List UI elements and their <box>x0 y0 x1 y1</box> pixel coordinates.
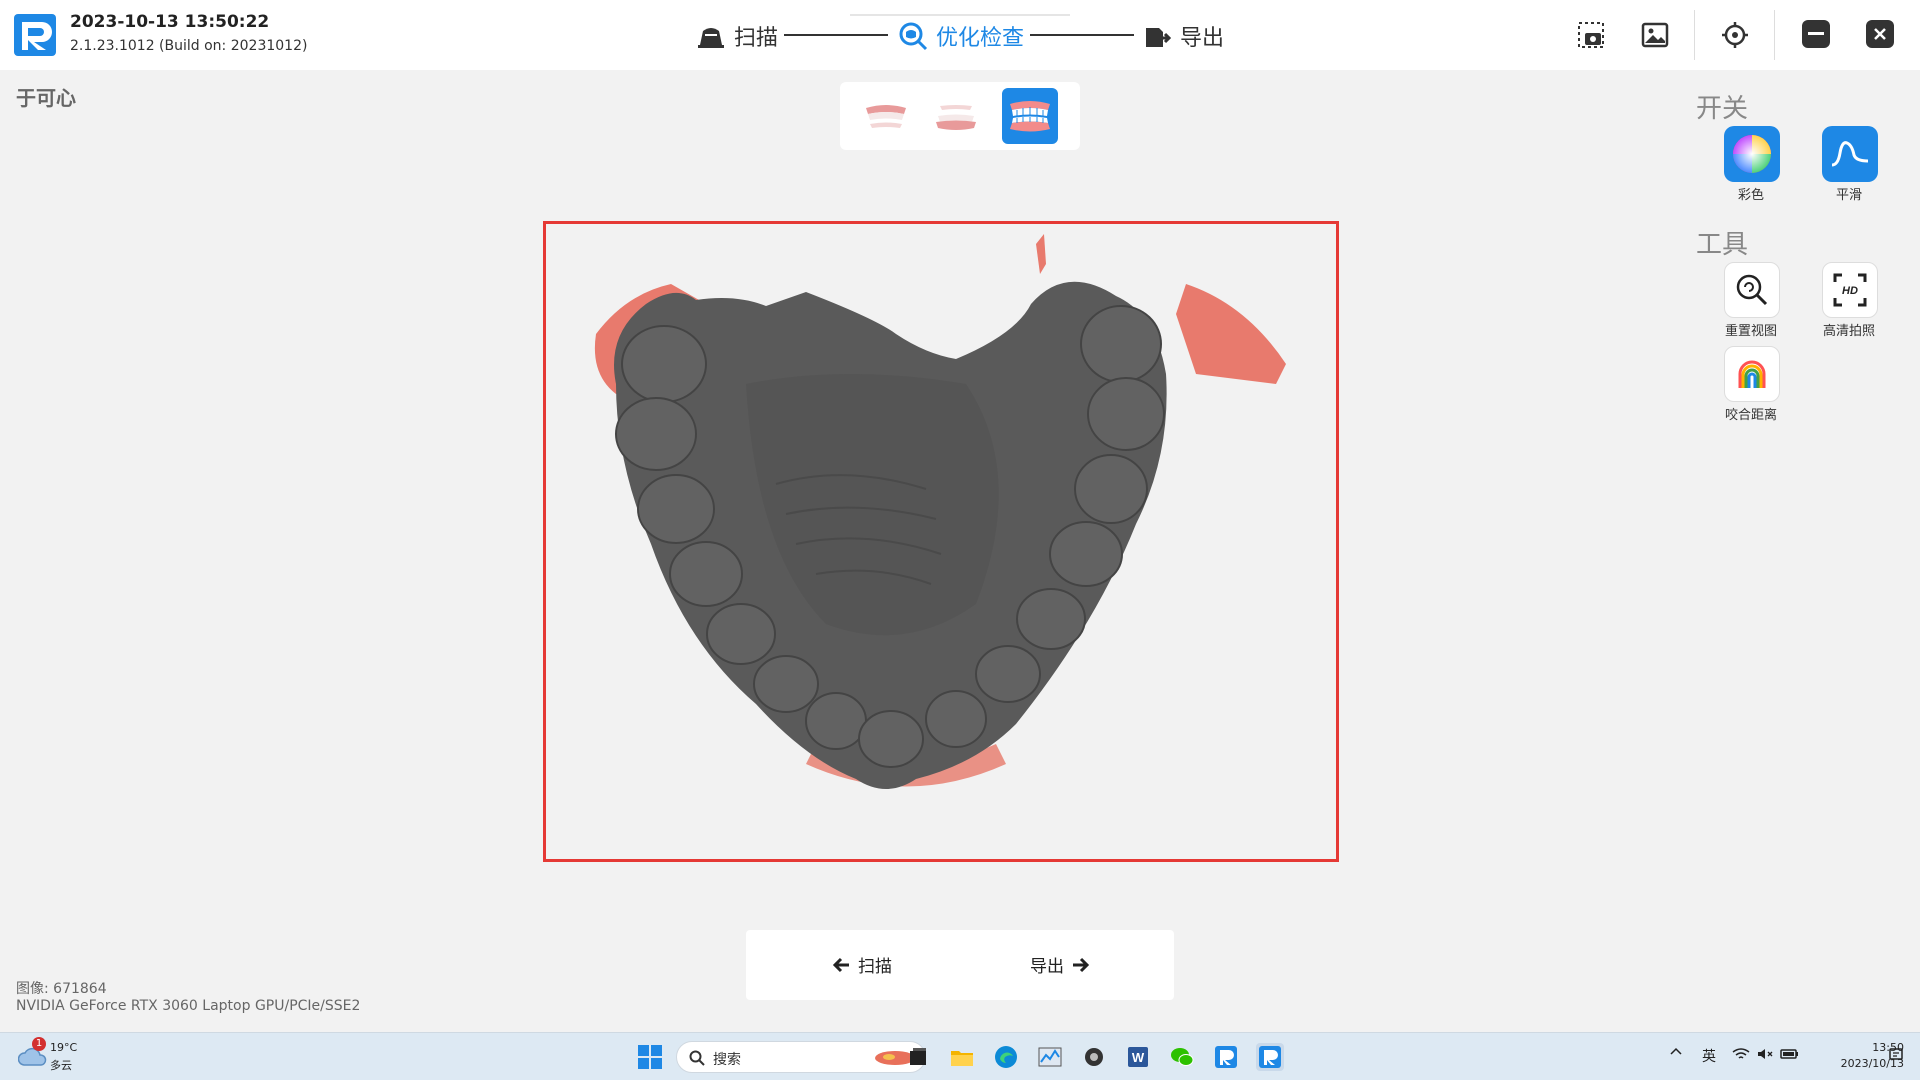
smooth-toggle-button[interactable] <box>1822 126 1878 182</box>
minimize-icon[interactable] <box>1802 20 1830 48</box>
taskbar-search-input[interactable]: 搜索 <box>676 1041 926 1073</box>
weather-widget[interactable]: 1 <box>17 1037 48 1073</box>
weather-badge: 1 <box>32 1037 46 1051</box>
color-icon <box>1733 135 1771 173</box>
svg-text:W: W <box>1132 1050 1145 1065</box>
3d-model-viewport[interactable] <box>543 221 1339 862</box>
bite-distance-button[interactable] <box>1724 346 1780 402</box>
jaw-view-switcher <box>840 82 1080 150</box>
windows-start-icon[interactable] <box>636 1043 664 1071</box>
task-view-icon[interactable] <box>904 1043 932 1071</box>
step-optimize-label: 优化检查 <box>936 26 1025 51</box>
weather-temp: 19°C <box>50 1041 78 1054</box>
scanner-app-icon[interactable] <box>1212 1043 1240 1071</box>
arrow-left-icon <box>832 957 849 972</box>
switch-section-title: 开关 <box>1696 94 1749 124</box>
close-icon[interactable] <box>1866 20 1894 48</box>
next-export-button[interactable]: 导出 <box>1030 952 1098 977</box>
wifi-icon[interactable] <box>1732 1047 1750 1065</box>
search-icon <box>689 1050 705 1066</box>
search-placeholder: 搜索 <box>713 1052 741 1068</box>
dental-arch-model[interactable] <box>546 224 1336 859</box>
optimize-check-icon <box>898 21 928 51</box>
locate-icon[interactable] <box>1718 18 1752 52</box>
datetime-label: 2023-10-13 13:50:22 <box>70 12 270 32</box>
performance-monitor-icon[interactable] <box>1036 1043 1064 1071</box>
back-to-scan-button[interactable]: 扫描 <box>824 952 892 977</box>
upper-jaw-view-button[interactable] <box>858 88 914 144</box>
edge-browser-icon[interactable] <box>992 1043 1020 1071</box>
notification-icon[interactable] <box>1888 1047 1904 1067</box>
patient-name: 于可心 <box>16 86 76 110</box>
toolbar-separator <box>1774 10 1775 60</box>
bottom-navigation: 扫描 导出 <box>746 930 1174 1000</box>
ime-indicator[interactable]: 英 <box>1702 1046 1716 1066</box>
wechat-app-icon[interactable] <box>1168 1043 1196 1071</box>
reset-view-label: 重置视图 <box>1724 324 1777 339</box>
tray-chevron-up-icon[interactable] <box>1670 1045 1682 1060</box>
version-label: 2.1.23.1012 (Build on: 20231012) <box>70 38 308 54</box>
active-step-underline <box>850 14 1070 16</box>
arrow-right-icon <box>1073 957 1090 972</box>
step-export[interactable]: 导出 <box>1142 20 1224 52</box>
battery-icon[interactable] <box>1780 1047 1800 1065</box>
scanner-app-active-icon[interactable] <box>1256 1043 1284 1071</box>
step-connector <box>1030 34 1134 36</box>
reset-view-icon <box>1736 274 1768 306</box>
export-icon <box>1142 21 1172 51</box>
weather-desc: 多云 <box>50 1059 72 1072</box>
smooth-icon <box>1831 141 1869 167</box>
title-bar: 2023-10-13 13:50:22 2.1.23.1012 (Build o… <box>0 0 1920 70</box>
step-scan[interactable]: 扫描 <box>696 20 778 52</box>
upper-jaw-icon <box>866 105 906 128</box>
bite-distance-label: 咬合距离 <box>1724 408 1777 423</box>
toolbar-separator <box>1694 10 1695 60</box>
image-gallery-icon[interactable] <box>1638 18 1672 52</box>
step-connector <box>784 34 888 36</box>
back-to-scan-label: 扫描 <box>858 957 892 977</box>
reset-view-button[interactable] <box>1724 262 1780 318</box>
hd-photo-button[interactable]: HD <box>1822 262 1878 318</box>
step-scan-label: 扫描 <box>734 26 779 51</box>
next-export-label: 导出 <box>1030 957 1064 977</box>
color-toggle-label: 彩色 <box>1737 188 1764 203</box>
hd-photo-label: 高清拍照 <box>1822 324 1875 339</box>
step-optimize-check[interactable]: 优化检查 <box>898 20 1024 52</box>
app-logo <box>14 14 56 56</box>
file-explorer-icon[interactable] <box>948 1043 976 1071</box>
scan-icon <box>696 21 726 51</box>
occlusion-icon <box>1010 101 1050 132</box>
lower-jaw-icon <box>936 105 976 130</box>
workflow-stepper: 扫描 优化检查 导出 <box>690 14 1250 58</box>
smooth-toggle-label: 平滑 <box>1835 188 1862 203</box>
step-export-label: 导出 <box>1180 26 1225 51</box>
word-app-icon[interactable]: W <box>1124 1043 1152 1071</box>
occlusion-view-button[interactable] <box>1002 88 1058 144</box>
gpu-info-label: NVIDIA GeForce RTX 3060 Laptop GPU/PCIe/… <box>16 998 361 1014</box>
volume-muted-icon[interactable] <box>1756 1047 1774 1065</box>
lower-jaw-view-button[interactable] <box>928 88 984 144</box>
svg-text:HD: HD <box>1842 285 1858 297</box>
hd-photo-icon: HD <box>1833 273 1867 307</box>
screenshot-icon[interactable] <box>1574 18 1608 52</box>
bite-distance-icon <box>1738 360 1766 388</box>
image-count-label: 图像: 671864 <box>16 981 107 997</box>
tools-section-title: 工具 <box>1696 230 1749 260</box>
windows-taskbar: 1 19°C 多云 搜索 W 英 13:50 2023/10/13 <box>0 1032 1920 1080</box>
color-toggle-button[interactable] <box>1724 126 1780 182</box>
camera-app-icon[interactable] <box>1080 1043 1108 1071</box>
